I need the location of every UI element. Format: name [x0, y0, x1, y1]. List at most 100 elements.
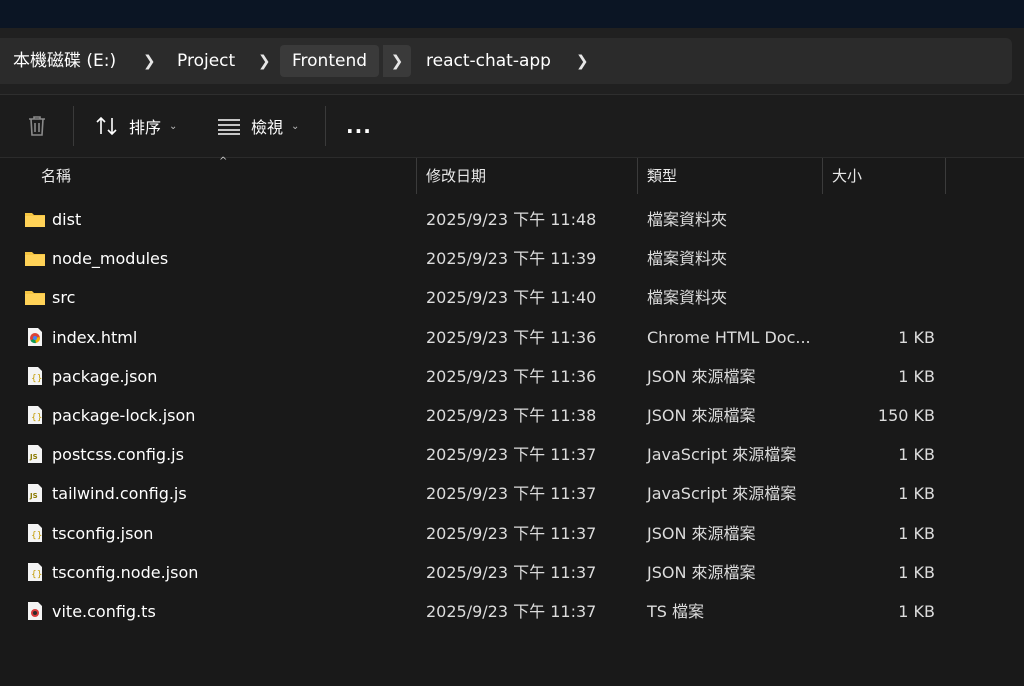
- file-date: 2025/9/23 下午 11:37: [426, 562, 597, 582]
- file-type: 檔案資料夾: [647, 249, 728, 269]
- file-size: 1 KB: [898, 445, 935, 465]
- file-row[interactable]: dist 2025/9/23 下午 11:48 檔案資料夾: [0, 200, 1024, 239]
- view-label: 檢視: [251, 118, 284, 137]
- json-file-icon: {}: [24, 523, 46, 543]
- file-type: JSON 來源檔案: [647, 405, 756, 425]
- file-date: 2025/9/23 下午 11:38: [426, 405, 597, 425]
- chevron-right-icon[interactable]: ❯: [383, 45, 411, 77]
- column-header-date[interactable]: 修改日期: [426, 158, 486, 194]
- file-type: JSON 來源檔案: [647, 562, 756, 582]
- file-name[interactable]: dist: [52, 200, 81, 239]
- file-name[interactable]: node_modules: [52, 239, 168, 278]
- breadcrumb-item-project[interactable]: Project: [177, 38, 235, 84]
- view-button[interactable]: 檢視 ⌄: [217, 95, 299, 157]
- chrome-html-icon: [24, 327, 46, 347]
- file-row[interactable]: JS postcss.config.js 2025/9/23 下午 11:37 Jav…: [0, 435, 1024, 474]
- file-date: 2025/9/23 下午 11:39: [426, 249, 597, 269]
- delete-button[interactable]: [26, 95, 48, 157]
- column-header-size[interactable]: 大小: [832, 158, 862, 194]
- folder-icon: [24, 287, 46, 307]
- file-type: Chrome HTML Doc...: [647, 327, 811, 347]
- breadcrumb-item-frontend[interactable]: Frontend: [280, 45, 380, 77]
- column-header-name[interactable]: 名稱: [41, 158, 71, 194]
- file-size: 1 KB: [898, 484, 935, 504]
- sort-icon: [96, 116, 117, 136]
- title-bar: [0, 0, 1024, 28]
- svg-text:JS: JS: [29, 453, 38, 461]
- chevron-down-icon: ⌄: [169, 120, 178, 132]
- chevron-right-icon[interactable]: ❯: [258, 38, 271, 84]
- file-size: 1 KB: [898, 601, 935, 621]
- chevron-right-icon[interactable]: ❯: [143, 38, 156, 84]
- file-type: TS 檔案: [647, 601, 705, 621]
- file-name[interactable]: package.json: [52, 357, 157, 396]
- file-row[interactable]: src 2025/9/23 下午 11:40 檔案資料夾: [0, 278, 1024, 317]
- trash-icon: [29, 116, 45, 136]
- file-size: [815, 278, 935, 317]
- file-size: 150 KB: [877, 405, 935, 425]
- svg-text:{}: {}: [31, 374, 42, 384]
- file-size: 1 KB: [898, 562, 935, 582]
- file-date: 2025/9/23 下午 11:36: [426, 366, 597, 386]
- file-type: JSON 來源檔案: [647, 366, 756, 386]
- file-date: 2025/9/23 下午 11:37: [426, 484, 597, 504]
- file-type: JavaScript 來源檔案: [647, 445, 797, 465]
- file-name[interactable]: index.html: [52, 318, 137, 357]
- json-file-icon: {}: [24, 562, 46, 582]
- file-row[interactable]: {} tsconfig.json 2025/9/23 下午 11:37 JSON 來源…: [0, 514, 1024, 553]
- file-row[interactable]: {} package-lock.json 2025/9/23 下午 11:38 JSO…: [0, 396, 1024, 435]
- file-name[interactable]: package-lock.json: [52, 396, 195, 435]
- file-name[interactable]: tsconfig.node.json: [52, 553, 198, 592]
- file-row[interactable]: {} package.json 2025/9/23 下午 11:36 JSON 來源檔…: [0, 357, 1024, 396]
- file-row[interactable]: {} tsconfig.node.json 2025/9/23 下午 11:37 JS…: [0, 553, 1024, 592]
- folder-icon: [24, 248, 46, 268]
- file-row[interactable]: vite.config.ts 2025/9/23 下午 11:37 TS 檔案 1 K…: [0, 592, 1024, 631]
- command-bar: 排序 ⌄ 檢視 ⌄ ...: [0, 95, 1024, 158]
- breadcrumb-item-react-chat-app[interactable]: react-chat-app: [426, 38, 551, 84]
- file-type: JSON 來源檔案: [647, 523, 756, 543]
- sort-label: 排序: [129, 118, 162, 137]
- file-name[interactable]: tailwind.config.js: [52, 474, 187, 513]
- toolbar-divider: [73, 106, 74, 146]
- file-date: 2025/9/23 下午 11:40: [426, 288, 597, 308]
- file-size: [815, 200, 935, 239]
- file-name[interactable]: src: [52, 278, 75, 317]
- column-divider[interactable]: [637, 158, 638, 194]
- file-date: 2025/9/23 下午 11:37: [426, 523, 597, 543]
- file-size: 1 KB: [898, 523, 935, 543]
- file-date: 2025/9/23 下午 11:37: [426, 601, 597, 621]
- chevron-right-icon[interactable]: ❯: [576, 38, 589, 84]
- ts-file-icon: [24, 601, 46, 621]
- svg-text:{}: {}: [31, 531, 42, 541]
- column-header-type[interactable]: 類型: [647, 158, 677, 194]
- file-list: dist 2025/9/23 下午 11:48 檔案資料夾 node_modules 2…: [0, 200, 1024, 631]
- sort-button[interactable]: 排序 ⌄: [95, 95, 177, 157]
- file-row[interactable]: index.html 2025/9/23 下午 11:36 Chrome HTML …: [0, 318, 1024, 357]
- json-file-icon: {}: [24, 405, 46, 425]
- js-file-icon: JS: [24, 444, 46, 464]
- file-size: 1 KB: [898, 327, 935, 347]
- file-name[interactable]: vite.config.ts: [52, 592, 156, 631]
- svg-text:JS: JS: [29, 492, 38, 500]
- file-name[interactable]: tsconfig.json: [52, 514, 153, 553]
- file-row[interactable]: JS tailwind.config.js 2025/9/23 下午 11:37 Ja…: [0, 474, 1024, 513]
- breadcrumb[interactable]: 本機磁碟 (E:) ❯ Project ❯ Frontend ❯ react-c…: [0, 38, 1012, 84]
- file-type: 檔案資料夾: [647, 210, 728, 229]
- file-size: [815, 239, 935, 278]
- column-divider[interactable]: [822, 158, 823, 194]
- column-header: 名稱 修改日期 類型 大小: [0, 158, 1024, 194]
- svg-text:{}: {}: [31, 413, 42, 423]
- more-icon: ...: [346, 114, 372, 138]
- chevron-down-icon: ⌄: [291, 120, 300, 132]
- column-divider[interactable]: [416, 158, 417, 194]
- file-size: 1 KB: [898, 366, 935, 386]
- file-name[interactable]: postcss.config.js: [52, 435, 184, 474]
- breadcrumb-item-drive[interactable]: 本機磁碟 (E:): [13, 38, 116, 84]
- svg-text:{}: {}: [31, 570, 42, 580]
- js-file-icon: JS: [24, 483, 46, 503]
- file-row[interactable]: node_modules 2025/9/23 下午 11:39 檔案資料夾: [0, 239, 1024, 278]
- file-date: 2025/9/23 下午 11:48: [426, 210, 597, 229]
- column-divider[interactable]: [945, 158, 946, 194]
- more-options-button[interactable]: ...: [346, 95, 372, 157]
- folder-icon: [24, 209, 46, 229]
